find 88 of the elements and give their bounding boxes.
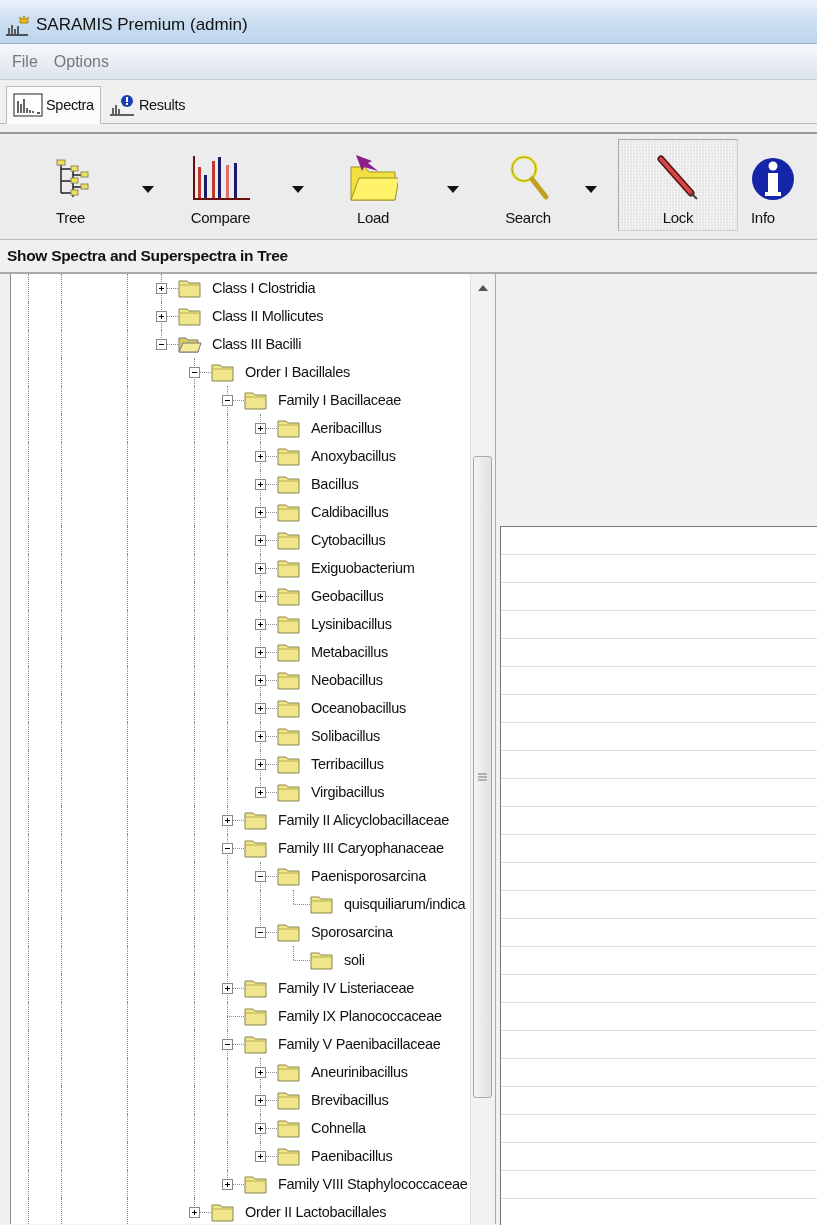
tree-item[interactable]: quisquiliarum/indica [342, 895, 468, 913]
scrollbar-thumb[interactable] [473, 456, 493, 1098]
toolbar-button[interactable]: Load [328, 139, 418, 231]
dropdown-arrow-icon[interactable] [584, 185, 597, 193]
menu-item[interactable]: File [6, 50, 44, 73]
expand-button[interactable] [255, 787, 266, 798]
tree-item[interactable]: Family II Alicyclobacillaceae [276, 811, 451, 829]
expand-button[interactable] [255, 479, 266, 490]
expand-button[interactable] [222, 1179, 233, 1190]
tree-item[interactable]: Family III Caryophanaceae [276, 839, 446, 857]
expand-button[interactable] [255, 507, 266, 518]
expand-button[interactable] [255, 1095, 266, 1106]
tree-item[interactable]: Neobacillus [309, 671, 385, 689]
collapse-button[interactable] [255, 871, 266, 882]
toolbar-button[interactable]: Search [488, 139, 568, 231]
tab[interactable]: Spectra [6, 86, 101, 124]
tab[interactable]: Results [100, 86, 193, 124]
expand-button[interactable] [255, 563, 266, 574]
tree-item[interactable]: Aeribacillus [309, 419, 384, 437]
toolbar-button[interactable]: Lock [618, 139, 738, 231]
tree-item[interactable]: Order II Lactobacillales [243, 1203, 389, 1221]
panel-title: Show Spectra and Superspectra in Tree [7, 247, 288, 265]
tree-item[interactable]: Family V Paenibacillaceae [276, 1035, 443, 1053]
results-icon [107, 93, 136, 117]
tree-item[interactable]: Solibacillus [309, 727, 382, 745]
tree-item[interactable]: Family IV Listeriaceae [276, 979, 417, 997]
expand-button[interactable] [255, 1151, 266, 1162]
tree-item[interactable]: Family VIII Staphylococcaceae [276, 1175, 470, 1193]
tree-item[interactable]: Exiguobacterium [309, 559, 417, 577]
collapse-button[interactable] [222, 843, 233, 854]
expand-button[interactable] [255, 675, 266, 686]
spectrum-icon [13, 93, 43, 117]
collapse-button[interactable] [255, 927, 266, 938]
tree-item[interactable]: Class II Mollicutes [210, 307, 326, 325]
tree-item[interactable]: Bacillus [309, 475, 361, 493]
tree-item[interactable]: Brevibacillus [309, 1091, 391, 1109]
tree-item[interactable]: Family I Bacillaceae [276, 391, 403, 409]
tree-item[interactable]: Family IX Planococcaceae [276, 1007, 444, 1025]
tree-item[interactable]: Class III Bacilli [210, 335, 304, 353]
tree-item[interactable]: Class I Clostridia [210, 279, 318, 297]
expand-button[interactable] [156, 311, 167, 322]
window-title: SARAMIS Premium (admin) [36, 13, 248, 35]
expand-button[interactable] [255, 423, 266, 434]
expand-button[interactable] [255, 535, 266, 546]
tree-item[interactable]: Paenibacillus [309, 1147, 395, 1165]
dropdown-arrow-icon[interactable] [142, 185, 154, 193]
tree-item[interactable]: Order I Bacillales [243, 363, 352, 381]
scroll-up-icon[interactable] [477, 285, 488, 291]
grip-icon [478, 773, 488, 781]
tree-item[interactable]: Paenisporosarcina [309, 867, 428, 885]
tree-item[interactable]: Geobacillus [309, 587, 386, 605]
tree-item[interactable]: Cohnella [309, 1119, 368, 1137]
tree-item[interactable]: Caldibacillus [309, 503, 391, 521]
collapse-button[interactable] [156, 339, 167, 350]
expand-button[interactable] [255, 1067, 266, 1078]
expand-button[interactable] [156, 283, 167, 294]
tree-item[interactable]: soli [342, 951, 367, 969]
expand-button[interactable] [222, 983, 233, 994]
collapse-button[interactable] [222, 395, 233, 406]
expand-button[interactable] [222, 815, 233, 826]
expand-button[interactable] [255, 647, 266, 658]
tree-item[interactable]: Terribacillus [309, 755, 386, 773]
tree-item[interactable]: Cytobacillus [309, 531, 388, 549]
menu-item[interactable]: Options [47, 50, 115, 73]
info-icon [751, 155, 795, 201]
folder-arrow-icon [348, 153, 398, 201]
tree-item[interactable]: Virgibacillus [309, 783, 387, 801]
collapse-button[interactable] [189, 367, 200, 378]
expand-button[interactable] [255, 1123, 266, 1134]
expand-button[interactable] [255, 591, 266, 602]
expand-button[interactable] [255, 451, 266, 462]
collapse-button[interactable] [222, 1039, 233, 1050]
toolbar-button[interactable]: Compare [173, 139, 268, 231]
toolbar-button[interactable]: Info [750, 139, 817, 231]
tree-item[interactable]: Anoxybacillus [309, 447, 398, 465]
expand-button[interactable] [255, 619, 266, 630]
tree-item[interactable]: Lysinibacillus [309, 615, 394, 633]
tree-item[interactable]: Aneurinibacillus [309, 1063, 410, 1081]
dropdown-arrow-icon[interactable] [292, 185, 304, 193]
toolbar-button[interactable]: Tree [18, 139, 123, 231]
tree-item[interactable]: Metabacillus [309, 643, 390, 661]
expand-button[interactable] [255, 703, 266, 714]
dropdown-arrow-icon[interactable] [447, 185, 459, 193]
tree-item[interactable]: Sporosarcina [309, 923, 395, 941]
expand-button[interactable] [255, 731, 266, 742]
expand-button[interactable] [189, 1207, 200, 1218]
expand-button[interactable] [255, 759, 266, 770]
tree-item[interactable]: Oceanobacillus [309, 699, 408, 717]
